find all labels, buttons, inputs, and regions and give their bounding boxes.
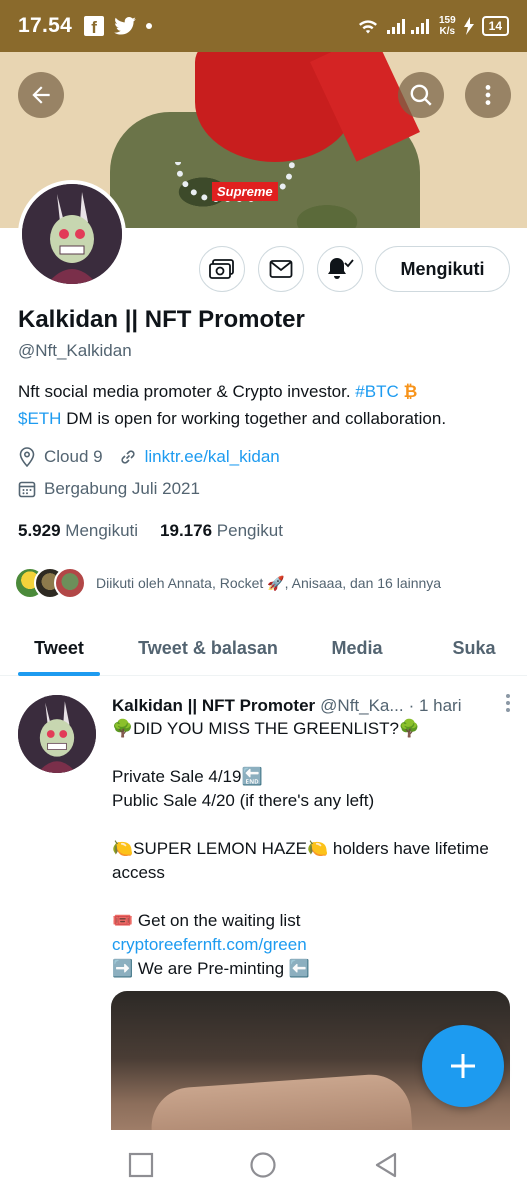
tweet-line: 🌳DID YOU MISS THE GREENLIST?🌳 [112,719,421,738]
profile-joined-date: Bergabung Juli 2021 [44,479,200,498]
wifi-icon [358,20,377,34]
avatar-illustration [22,184,122,284]
twitter-icon [114,17,136,35]
followed-by-row[interactable]: Diikuti oleh Annata, Rocket 🚀, Anisaaa, … [14,567,441,599]
tweet-line: Private Sale 4/19🔚 [112,767,263,786]
avatar-illustration [18,695,96,773]
tweet-time: · 1 hari [408,696,462,715]
banner-brand-label: Supreme [212,182,278,201]
system-nav-bar [0,1130,527,1200]
back-nav-icon[interactable] [373,1151,399,1179]
followers-stat[interactable]: 19.176 Pengikut [160,521,283,541]
status-time: 17.54 [18,14,73,37]
bio-text: Nft social media promoter & Crypto inves… [18,382,356,401]
profile-tabs: Tweet Tweet & balasan Media Suka [0,620,527,676]
tweet-more-icon[interactable] [504,693,512,719]
follower-avatar [54,567,86,599]
tweet-line: Public Sale 4/20 (if there's any left) [112,791,375,810]
followed-by-text: Diikuti oleh Annata, Rocket 🚀, Anisaaa, … [96,574,442,591]
profile-meta-row: Cloud 9 linktr.ee/kal_kidan [18,447,280,467]
tip-button[interactable] [199,246,245,292]
envelope-icon [269,260,293,278]
more-options-button[interactable] [465,72,511,118]
money-icon [209,259,234,279]
profile-location: Cloud 9 [44,447,103,466]
bio-text-continued: DM is open for working together and coll… [61,409,447,428]
tweet-author-handle[interactable]: @Nft_Ka... [320,696,403,716]
profile-name: Kalkidan || NFT Promoter [18,306,305,333]
tab-media[interactable]: Media [328,620,386,676]
tweet-text[interactable]: 🌳DID YOU MISS THE GREENLIST?🌳 Private Sa… [112,717,517,981]
back-button[interactable] [18,72,64,118]
tweet-line: ➡️ We are Pre-minting ⬅️ [112,959,310,978]
tab-likes[interactable]: Suka [450,620,498,676]
network-speed: 159 K/s [438,15,456,37]
facebook-icon: f [84,16,105,36]
bitcoin-emoji: ₿ [403,382,418,401]
arrow-left-icon [32,86,50,104]
tab-tweet[interactable]: Tweet [18,620,100,676]
profile-avatar[interactable] [18,180,126,288]
notification-dot [146,23,153,29]
more-vertical-icon [485,85,491,105]
home-icon[interactable] [249,1151,277,1179]
notifications-button[interactable] [317,246,363,292]
search-button[interactable] [398,72,444,118]
tweet-line: 🍋SUPER LEMON HAZE🍋 holders have lifetime… [112,839,489,882]
link-icon [121,450,135,464]
compose-tweet-button[interactable] [422,1025,504,1107]
profile-joined-row: Bergabung Juli 2021 [18,479,200,499]
profile-bio: Nft social media promoter & Crypto inves… [18,378,518,432]
bell-check-icon [328,258,354,279]
profile-stats: 5.929 Mengikuti 19.176 Pengikut [18,521,283,541]
tweet-header: Kalkidan || NFT Promoter @Nft_Ka... · 1 … [112,693,512,719]
tab-tweets-replies[interactable]: Tweet & balasan [134,620,282,676]
profile-handle: @Nft_Kalkidan [18,341,132,360]
profile-link[interactable]: linktr.ee/kal_kidan [145,447,280,467]
message-button[interactable] [258,246,304,292]
tweet-line: 🎟️ Get on the waiting list [112,911,301,930]
charging-icon [463,17,474,35]
bio-cashtag-eth[interactable]: $ETH [18,409,61,428]
tweet-link[interactable]: cryptoreefernft.com/green [112,933,517,957]
location-pin-icon [19,447,35,467]
bio-hashtag-btc[interactable]: #BTC [355,382,398,401]
tweet-author-avatar[interactable] [18,695,96,773]
following-button[interactable]: Mengikuti [375,246,510,292]
search-icon [410,84,432,106]
following-stat[interactable]: 5.929 Mengikuti [18,521,138,541]
plus-icon [451,1054,475,1078]
calendar-icon [18,481,36,498]
tweet-author-name[interactable]: Kalkidan || NFT Promoter [112,696,315,716]
signal-icon [386,19,429,34]
recent-apps-icon[interactable] [128,1152,154,1178]
status-bar: 17.54 f 159 K/s 14 [0,0,527,52]
battery-indicator: 14 [481,16,509,36]
